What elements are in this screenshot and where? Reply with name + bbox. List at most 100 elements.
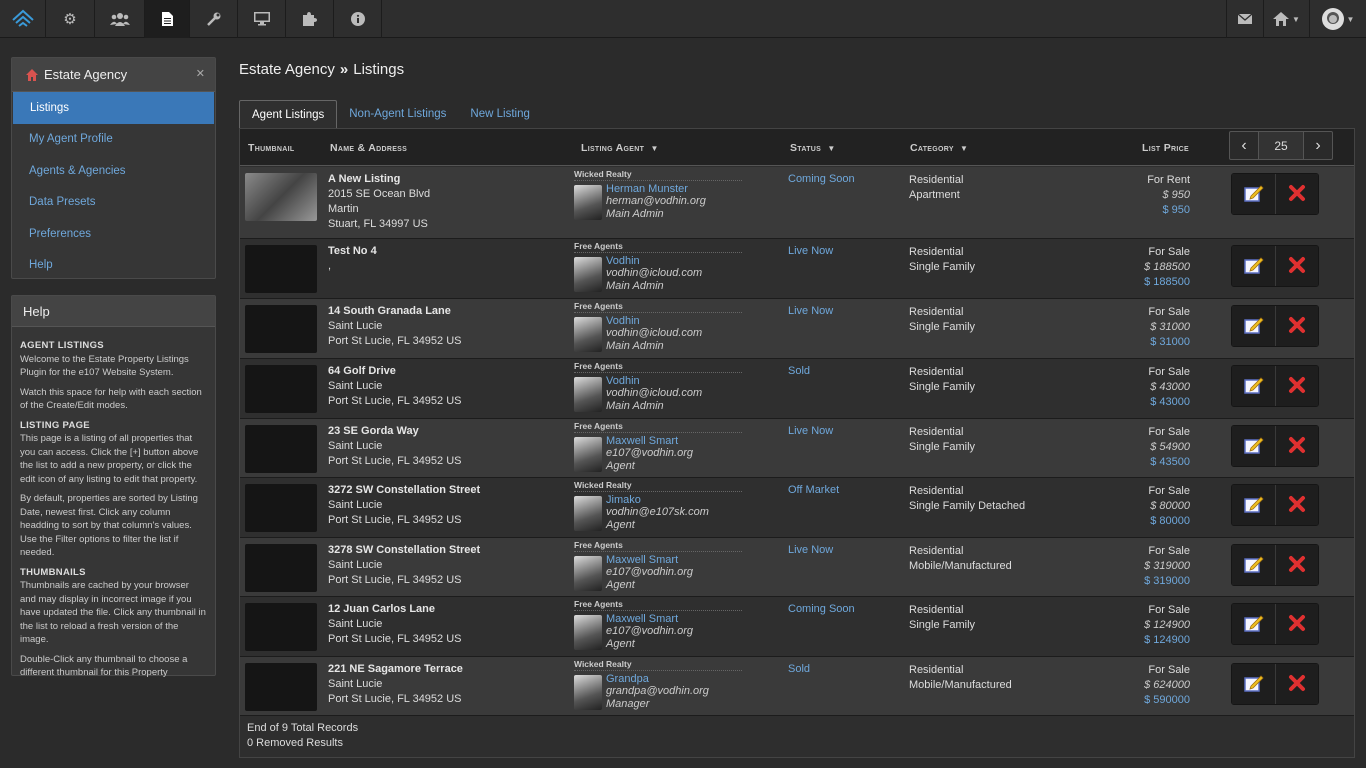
listing-category: Residential Single Family (909, 365, 975, 395)
agent-name-link[interactable]: Vodhin (606, 375, 702, 387)
tab-agent-listings[interactable]: Agent Listings (239, 100, 338, 128)
delete-button[interactable] (1275, 604, 1318, 644)
document-icon[interactable] (145, 0, 190, 38)
col-category[interactable]: Category ▼ (910, 142, 968, 154)
listing-category: Residential Mobile/Manufactured (909, 663, 1012, 693)
listing-name[interactable]: 3278 SW Constellation Street (328, 543, 480, 558)
price-current[interactable]: $ 124900 (1144, 633, 1190, 648)
breadcrumb-parent[interactable]: Estate Agency (239, 61, 335, 78)
delete-button[interactable] (1275, 485, 1318, 525)
delete-button[interactable] (1275, 246, 1318, 286)
edit-button[interactable] (1232, 604, 1275, 644)
mail-icon[interactable] (1226, 0, 1263, 38)
status-link[interactable]: Sold (788, 365, 810, 377)
edit-button[interactable] (1232, 366, 1275, 406)
price-current[interactable]: $ 188500 (1144, 275, 1190, 290)
status-link[interactable]: Live Now (788, 544, 833, 556)
page-size[interactable]: 25 (1258, 132, 1304, 159)
listing-name[interactable]: A New Listing (328, 172, 430, 187)
price-current[interactable]: $ 43000 (1148, 395, 1190, 410)
table-row: 12 Juan Carlos Lane Saint Lucie Port St Lu… (240, 597, 1354, 657)
edit-button[interactable] (1232, 545, 1275, 585)
listing-name[interactable]: 23 SE Gorda Way (328, 424, 462, 439)
status-link[interactable]: Coming Soon (788, 173, 855, 185)
listing-thumbnail[interactable] (245, 305, 317, 353)
status-link[interactable]: Live Now (788, 245, 833, 257)
price-current[interactable]: $ 319000 (1144, 574, 1190, 589)
delete-button[interactable] (1275, 366, 1318, 406)
agent-name-link[interactable]: Maxwell Smart (606, 554, 693, 566)
agent-name-link[interactable]: Vodhin (606, 315, 702, 327)
row-actions (1231, 305, 1319, 347)
agent-name-link[interactable]: Maxwell Smart (606, 613, 693, 625)
avatar-icon[interactable]: ▼ (1309, 0, 1366, 38)
listing-thumbnail[interactable] (245, 173, 317, 221)
col-status[interactable]: Status ▼ (790, 142, 836, 154)
listing-thumbnail[interactable] (245, 245, 317, 293)
next-page-button[interactable]: › (1304, 132, 1332, 159)
delete-button[interactable] (1275, 545, 1318, 585)
edit-button[interactable] (1232, 174, 1275, 214)
sidebar-item-my-agent-profile[interactable]: My Agent Profile (12, 124, 215, 156)
delete-button[interactable] (1275, 426, 1318, 466)
agent-name-link[interactable]: Maxwell Smart (606, 435, 693, 447)
edit-button[interactable] (1232, 246, 1275, 286)
sidebar-item-help[interactable]: Help (12, 250, 215, 282)
sidebar-item-data-presets[interactable]: Data Presets (12, 187, 215, 219)
status-link[interactable]: Live Now (788, 305, 833, 317)
listing-name[interactable]: 221 NE Sagamore Terrace (328, 662, 463, 677)
status-link[interactable]: Sold (788, 663, 810, 675)
listing-name[interactable]: Test No 4 (328, 244, 377, 259)
monitor-icon[interactable] (238, 0, 286, 38)
edit-button[interactable] (1232, 485, 1275, 525)
edit-button[interactable] (1232, 426, 1275, 466)
listing-name[interactable]: 12 Juan Carlos Lane (328, 602, 462, 617)
agent-name-link[interactable]: Grandpa (606, 673, 709, 685)
sidebar-item-agents-agencies[interactable]: Agents & Agencies (12, 155, 215, 187)
logo-icon[interactable] (0, 0, 46, 38)
price-current[interactable]: $ 31000 (1148, 335, 1190, 350)
info-icon[interactable] (334, 0, 382, 38)
collapse-icon[interactable]: ✕ (196, 67, 205, 80)
puzzle-icon[interactable] (286, 0, 334, 38)
listing-thumbnail[interactable] (245, 544, 317, 592)
help-heading: AGENT LISTINGS (20, 340, 104, 351)
delete-button[interactable] (1275, 664, 1318, 704)
agent-name-link[interactable]: Jimako (606, 494, 709, 506)
sidebar-item-preferences[interactable]: Preferences (12, 218, 215, 250)
price-current[interactable]: $ 43500 (1148, 455, 1190, 470)
cogs-icon[interactable]: ⚙ (46, 0, 95, 38)
tab-new-listing[interactable]: New Listing (458, 100, 541, 128)
price-current[interactable]: $ 590000 (1144, 693, 1190, 708)
price-current[interactable]: $ 80000 (1148, 514, 1190, 529)
price-current[interactable]: $ 950 (1147, 203, 1190, 218)
col-name-address[interactable]: Name & Address (330, 142, 407, 154)
agent-name-link[interactable]: Vodhin (606, 255, 702, 267)
delete-button[interactable] (1275, 174, 1318, 214)
listing-thumbnail[interactable] (245, 425, 317, 473)
listing-name[interactable]: 14 South Granada Lane (328, 304, 462, 319)
edit-button[interactable] (1232, 664, 1275, 704)
status-link[interactable]: Coming Soon (788, 603, 855, 615)
listing-thumbnail[interactable] (245, 603, 317, 651)
col-list-price[interactable]: List Price (1142, 142, 1189, 154)
agent-avatar (574, 615, 602, 650)
listing-name[interactable]: 3272 SW Constellation Street (328, 483, 480, 498)
status-link[interactable]: Live Now (788, 425, 833, 437)
listing-thumbnail[interactable] (245, 484, 317, 532)
edit-button[interactable] (1232, 306, 1275, 346)
listing-name[interactable]: 64 Golf Drive (328, 364, 462, 379)
agent-name-link[interactable]: Herman Munster (606, 183, 706, 195)
listing-thumbnail[interactable] (245, 365, 317, 413)
listing-thumbnail[interactable] (245, 663, 317, 711)
home-icon[interactable]: ▼ (1263, 0, 1309, 38)
sidebar-item-listings[interactable]: Listings (13, 92, 214, 124)
listing-price: For Sale $ 80000 $ 80000 (1148, 484, 1190, 529)
wrench-icon[interactable] (190, 0, 238, 38)
prev-page-button[interactable]: ‹ (1230, 132, 1258, 159)
tab-non-agent-listings[interactable]: Non-Agent Listings (337, 100, 458, 128)
status-link[interactable]: Off Market (788, 484, 839, 496)
col-listing-agent[interactable]: Listing Agent ▼ (581, 142, 659, 154)
users-icon[interactable] (95, 0, 145, 38)
delete-button[interactable] (1275, 306, 1318, 346)
